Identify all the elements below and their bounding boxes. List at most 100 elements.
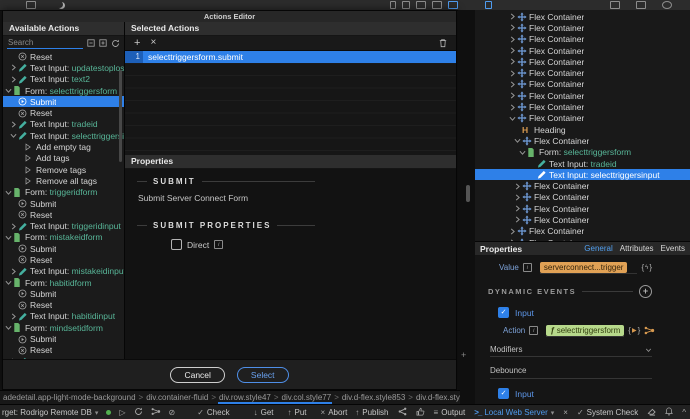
get-button[interactable]: ↓Get — [254, 408, 274, 417]
tree-item[interactable]: Flex Container — [475, 34, 690, 45]
tree-item[interactable]: Flex Container — [475, 45, 690, 56]
chevron-right-icon[interactable] — [509, 104, 517, 111]
tree-item[interactable]: Flex Container — [475, 226, 690, 237]
input-event-checkbox[interactable]: ✓ — [498, 307, 509, 318]
play-icon[interactable]: ▷ — [119, 408, 125, 417]
collapse-all-icon[interactable] — [87, 39, 95, 47]
trash-icon[interactable] — [439, 38, 447, 48]
tab-events[interactable]: Events — [661, 244, 685, 253]
chevron-down-icon[interactable] — [519, 149, 527, 156]
breadcrumb-item[interactable]: div.row.style47 — [218, 393, 272, 404]
breadcrumb-item[interactable]: div.col.style77 — [281, 393, 333, 404]
action-field[interactable]: ƒselecttriggersform — [546, 324, 624, 337]
tree-item[interactable]: HHeading — [475, 124, 690, 135]
chevron-right-icon[interactable] — [509, 47, 517, 54]
chevron-down-icon[interactable] — [5, 279, 13, 286]
eraser-icon[interactable] — [647, 408, 656, 418]
chevron-down-icon[interactable] — [5, 87, 13, 94]
disable-icon[interactable]: ⊘ — [169, 408, 176, 417]
put-button[interactable]: ↑Put — [288, 408, 307, 417]
device-laptop-icon[interactable] — [416, 1, 426, 9]
refresh-list-icon[interactable] — [111, 39, 120, 48]
tree-item[interactable]: Flex Container — [475, 79, 690, 90]
book-icon[interactable] — [636, 1, 646, 9]
value-binding-pill[interactable]: serverconnect...trigger — [540, 262, 628, 273]
pen-tool-icon[interactable] — [485, 1, 492, 9]
tree-item[interactable]: Text Input: triggeridinput — [3, 220, 124, 231]
tree-item[interactable]: Reset — [3, 209, 124, 220]
chevron-down-icon[interactable] — [5, 189, 13, 196]
chevron-right-icon[interactable] — [514, 205, 522, 212]
refresh-icon[interactable] — [662, 1, 672, 9]
tree-item[interactable]: Form: selecttriggersform — [475, 147, 690, 158]
tree-item[interactable]: Form: triggeridform — [3, 187, 124, 198]
breadcrumb-item[interactable]: div.d-flex.style854 — [415, 393, 460, 403]
share-icon[interactable] — [398, 407, 407, 418]
abort-button[interactable]: ×Abort — [321, 408, 348, 417]
tree-item[interactable]: Text Input: tradeid — [475, 158, 690, 169]
tree-item[interactable]: Remove tags — [3, 164, 124, 175]
search-input[interactable] — [7, 38, 83, 49]
device-tablet-icon[interactable] — [402, 1, 410, 9]
chevron-right-icon[interactable] — [514, 194, 522, 201]
scrollbar-thumb[interactable] — [466, 185, 470, 202]
breadcrumb-item[interactable]: div.d-flex.style853 — [341, 393, 406, 403]
action-picker-icon[interactable]: {▶} — [628, 326, 640, 335]
value-field[interactable]: serverconnect...trigger — [540, 261, 638, 274]
chevron-right-icon[interactable] — [509, 58, 517, 65]
tree-item[interactable]: Text Input: tradeid — [3, 119, 124, 130]
dark-mode-moon-icon[interactable] — [58, 2, 65, 9]
info-icon[interactable]: i — [523, 263, 532, 272]
tree-item-selected[interactable]: Submit — [3, 96, 124, 107]
tree-item[interactable]: Add empty tag — [3, 141, 124, 152]
chevron-right-icon[interactable] — [10, 121, 18, 128]
chevron-right-icon[interactable] — [10, 223, 18, 230]
chevron-right-icon[interactable] — [10, 76, 18, 83]
tree-item[interactable]: Text Input: selecttriggersinput — [3, 130, 124, 141]
device-desktop-icon[interactable] — [432, 1, 442, 9]
tree-item[interactable]: Flex Container — [475, 90, 690, 101]
chevron-down-icon[interactable] — [509, 115, 517, 122]
chevron-right-icon[interactable] — [509, 36, 517, 43]
breadcrumb-item[interactable]: adedetail.app-light-mode-background — [2, 393, 137, 403]
tree-item[interactable]: Flex Container — [475, 101, 690, 112]
flow-editor-icon[interactable] — [644, 326, 655, 335]
chevron-right-icon[interactable] — [509, 228, 517, 235]
tree-item[interactable]: Flex Container — [475, 56, 690, 67]
chevron-right-icon[interactable] — [509, 92, 517, 99]
chevron-right-icon[interactable] — [10, 313, 18, 320]
add-event-button[interactable]: + — [639, 285, 652, 298]
flow-icon[interactable] — [151, 407, 161, 418]
system-check-button[interactable]: ✓System Check — [577, 408, 638, 417]
chevron-right-icon[interactable] — [509, 81, 517, 88]
scrollbar-thumb[interactable] — [119, 70, 122, 162]
add-element-button[interactable]: + — [461, 350, 466, 360]
tree-item[interactable]: Reset — [3, 51, 124, 62]
tree-item[interactable]: Flex Container — [475, 180, 690, 191]
tree-item[interactable]: Reset — [3, 254, 124, 265]
modifiers-row[interactable]: Modifiers — [490, 345, 652, 357]
close-server-icon[interactable]: × — [563, 408, 568, 417]
refresh-icon[interactable] — [134, 407, 143, 418]
tree-item[interactable]: Add tags — [3, 153, 124, 164]
tab-general[interactable]: General — [584, 244, 612, 253]
tree-item[interactable]: Reset — [3, 345, 124, 356]
tree-item[interactable]: Submit — [3, 198, 124, 209]
tree-item[interactable]: Form: habitidform — [3, 277, 124, 288]
target-selector[interactable]: rget: Rodrigo Remote DB▾ — [2, 408, 98, 417]
chevron-down-icon[interactable] — [5, 324, 13, 331]
tree-item[interactable]: Flex Container — [475, 113, 690, 124]
web-server-selector[interactable]: >_ Local Web Server ▾ — [474, 408, 554, 417]
tree-item[interactable]: Text Input: habitidinput — [3, 311, 124, 322]
selected-action-row[interactable]: 1 selecttriggersform.submit — [125, 51, 456, 63]
tree-item[interactable]: Flex Container — [475, 214, 690, 225]
bell-icon[interactable] — [665, 407, 673, 418]
tree-item[interactable]: Form: mindsetidform — [3, 322, 124, 333]
tree-item[interactable]: Flex Container — [475, 192, 690, 203]
tree-item[interactable]: Submit — [3, 333, 124, 344]
chevron-right-icon[interactable] — [509, 13, 517, 20]
tree-item[interactable]: Flex Container — [475, 135, 690, 146]
tree-item[interactable]: Form: selecttriggersform — [3, 85, 124, 96]
tree-item[interactable]: Text Input: mistakeidinput — [3, 266, 124, 277]
tab-attributes[interactable]: Attributes — [620, 244, 654, 253]
